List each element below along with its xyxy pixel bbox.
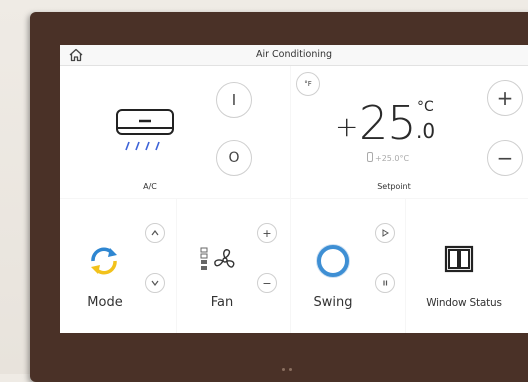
setpoint-display: + 25 °C .0 (333, 96, 463, 156)
window-status-label: Window Status (426, 297, 502, 309)
pause-icon (383, 280, 388, 286)
minus-icon: − (496, 146, 514, 170)
thermometer-icon (367, 152, 373, 162)
window-icon (444, 245, 474, 273)
window-status-panel: Window Status (406, 199, 528, 333)
chevron-up-icon (151, 230, 159, 236)
bezel-indicator-dots (282, 356, 302, 371)
setpoint-label: Setpoint (377, 182, 411, 191)
mode-up-button[interactable] (145, 223, 165, 243)
temperature-increase-button[interactable]: + (487, 80, 523, 116)
mode-down-button[interactable] (145, 273, 165, 293)
current-temperature-value: +25.0°C (375, 154, 410, 163)
minus-icon: − (262, 276, 272, 290)
fan-icon (214, 249, 235, 268)
fan-label: Fan (210, 295, 234, 310)
page-title: Air Conditioning (255, 49, 333, 60)
setpoint-decimal: .0 (416, 119, 436, 143)
mode-panel: Mode (60, 199, 176, 333)
setpoint-sign: + (335, 110, 359, 143)
power-off-button[interactable]: O (216, 140, 252, 176)
swing-pause-button[interactable] (375, 273, 395, 293)
play-icon (382, 229, 389, 237)
setpoint-panel: °F + 25 °C .0 +25.0°C Setpoint + − (291, 66, 528, 198)
unit-toggle-button[interactable]: °F (296, 72, 320, 96)
unit-toggle-label: °F (304, 80, 312, 88)
fan-decrease-button[interactable]: − (257, 273, 277, 293)
swing-panel: Swing (291, 199, 405, 333)
power-on-icon: I (231, 91, 237, 109)
ac-label: A/C (143, 182, 157, 191)
title-bar: Air Conditioning (60, 45, 528, 66)
temperature-decrease-button[interactable]: − (487, 140, 523, 176)
plus-icon: + (496, 86, 514, 110)
fan-panel: Fan + − (177, 199, 290, 333)
power-on-button[interactable]: I (216, 82, 252, 118)
swing-label: Swing (313, 295, 353, 310)
touch-screen: Air Conditioning A/C I O °F + 25 °C .0 +… (60, 45, 528, 333)
fan-level-icon (200, 247, 208, 270)
air-conditioner-icon (116, 109, 174, 151)
mode-label: Mode (87, 295, 123, 310)
setpoint-value: 25 (359, 96, 417, 150)
power-off-icon: O (228, 150, 240, 166)
mode-cycle-icon (91, 247, 117, 275)
ac-panel: A/C I O (60, 66, 290, 198)
plus-icon: + (262, 226, 272, 240)
fan-increase-button[interactable]: + (257, 223, 277, 243)
chevron-down-icon (151, 280, 159, 286)
swing-play-button[interactable] (375, 223, 395, 243)
current-temperature: +25.0°C (367, 152, 409, 163)
setpoint-unit: °C (417, 99, 434, 115)
swing-icon (317, 245, 349, 277)
